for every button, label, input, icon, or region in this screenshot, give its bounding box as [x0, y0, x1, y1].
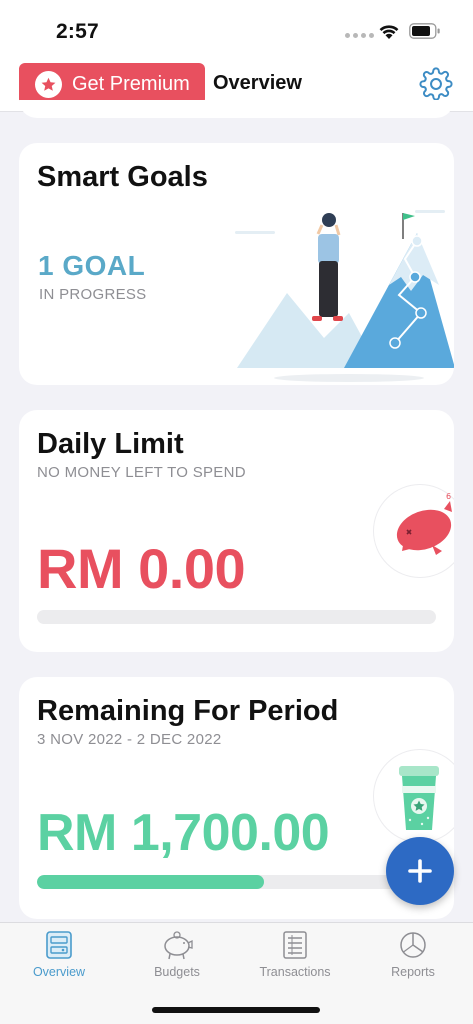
gear-icon[interactable]	[419, 67, 453, 101]
goal-count: 1 GOAL	[38, 250, 146, 281]
daily-limit-amount: RM 0.00	[37, 537, 246, 600]
battery-icon	[409, 23, 440, 39]
piggy-bank-icon: 6	[396, 492, 452, 555]
transactions-icon	[283, 931, 307, 959]
remaining-amount: RM 1,700.00	[37, 804, 330, 862]
daily-limit-title: Daily Limit	[37, 428, 184, 460]
remaining-progress-fill	[37, 875, 265, 889]
smart-goals-card[interactable]: Smart Goals 1 GOAL IN PROGRESS	[19, 143, 454, 385]
mountain-goal-illustration	[235, 210, 454, 382]
coffee-cup-icon	[399, 766, 439, 830]
page-title: Overview	[213, 72, 302, 94]
daily-limit-card[interactable]: Daily Limit NO MONEY LEFT TO SPEND RM 0.…	[19, 410, 454, 652]
svg-text:6: 6	[446, 492, 451, 501]
tab-budgets-label: Budgets	[154, 965, 200, 979]
piggy-bank-badge: 6	[374, 485, 454, 577]
cellular-signal-icon	[345, 33, 374, 38]
plus-icon	[408, 859, 432, 883]
home-indicator	[152, 1007, 320, 1013]
piggy-bank-icon	[164, 931, 193, 960]
previous-card-bottom	[19, 100, 454, 118]
remaining-title: Remaining For Period	[37, 695, 339, 727]
tab-budgets[interactable]: Budgets	[118, 929, 236, 979]
tab-reports-label: Reports	[391, 965, 435, 979]
remaining-progress-bar	[37, 875, 436, 889]
goal-status: IN PROGRESS	[39, 286, 147, 303]
wifi-icon	[379, 25, 399, 39]
status-time: 2:57	[56, 20, 99, 43]
daily-limit-subtitle: NO MONEY LEFT TO SPEND	[37, 464, 246, 481]
smart-goals-title: Smart Goals	[37, 161, 208, 193]
add-transaction-button[interactable]	[386, 837, 454, 905]
overview-icon	[46, 931, 72, 959]
daily-limit-progress-bar	[37, 610, 436, 624]
tab-transactions-label: Transactions	[259, 965, 331, 979]
pie-chart-icon	[400, 932, 426, 958]
coffee-cup-badge	[374, 750, 454, 842]
tab-overview-label: Overview	[32, 965, 86, 979]
tab-reports[interactable]: Reports	[354, 929, 472, 979]
tab-overview[interactable]: Overview	[0, 929, 118, 979]
get-premium-label: Get Premium	[72, 72, 190, 95]
remaining-period: 3 NOV 2022 - 2 DEC 2022	[37, 731, 222, 748]
status-bar: 2:57	[0, 0, 473, 62]
tab-transactions[interactable]: Transactions	[236, 929, 354, 979]
get-premium-button[interactable]: Get Premium	[19, 63, 205, 105]
star-icon	[35, 70, 62, 98]
